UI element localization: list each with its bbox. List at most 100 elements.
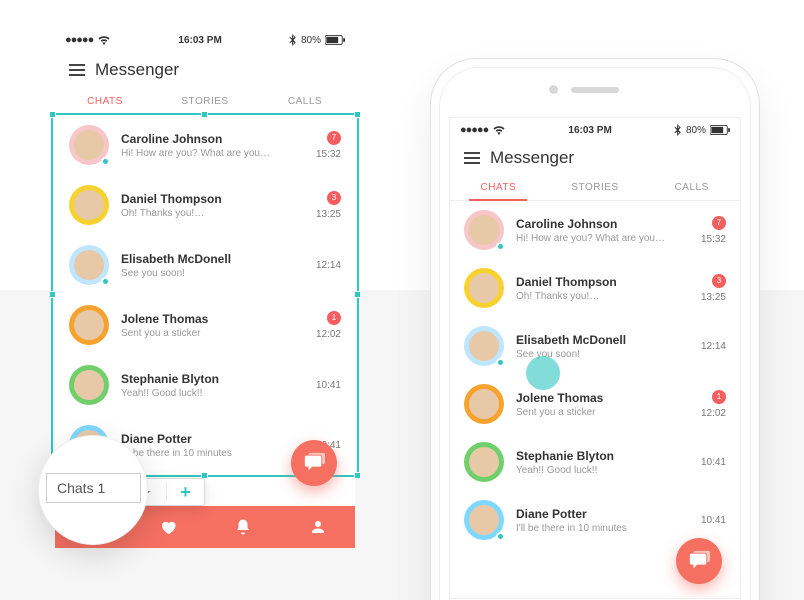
chat-preview: Sent you a sticker bbox=[516, 407, 689, 418]
chat-time: 12:02 bbox=[701, 408, 726, 419]
chat-item[interactable]: Caroline JohnsonHi! How are you? What ar… bbox=[55, 115, 355, 175]
chat-time: 10:41 bbox=[701, 457, 726, 468]
chat-time: 13:25 bbox=[701, 292, 726, 303]
chat-list[interactable]: Caroline JohnsonHi! How are you? What ar… bbox=[450, 201, 740, 549]
chat-time: 13:25 bbox=[316, 209, 341, 220]
device-speaker bbox=[571, 87, 619, 93]
chat-item[interactable]: Elisabeth McDonellSee you soon!12:14 bbox=[55, 235, 355, 295]
tab-chats[interactable]: CHATS bbox=[55, 88, 155, 114]
app-header: Messenger bbox=[55, 50, 355, 88]
tab-bar: CHATS STORIES CALLS bbox=[450, 174, 740, 201]
unread-badge: 1 bbox=[327, 311, 341, 325]
chat-time: 15:32 bbox=[701, 234, 726, 245]
chat-name: Jolene Thomas bbox=[121, 312, 304, 326]
chat-item[interactable]: Jolene Thomas Sent you a sticker 1 12:02 bbox=[450, 375, 740, 433]
hamburger-icon[interactable] bbox=[464, 152, 480, 164]
fab-new-chat[interactable] bbox=[676, 538, 722, 584]
chat-item[interactable]: Stephanie BlytonYeah!! Good luck!!10:41 bbox=[55, 355, 355, 415]
avatar bbox=[464, 326, 504, 366]
status-bar: ●●●●● 16:03 PM 80% bbox=[450, 118, 740, 138]
avatar bbox=[464, 384, 504, 424]
signal-dots-icon: ●●●●● bbox=[65, 34, 93, 46]
battery-icon bbox=[325, 35, 345, 45]
online-indicator bbox=[496, 532, 505, 541]
avatar bbox=[464, 210, 504, 250]
chat-name: Caroline Johnson bbox=[516, 217, 689, 231]
signal-dots-icon: ●●●●● bbox=[460, 124, 488, 136]
chat-preview: I'll be there in 10 minutes bbox=[516, 523, 689, 534]
status-time: 16:03 PM bbox=[178, 35, 221, 46]
wifi-icon bbox=[492, 125, 506, 135]
chat-item[interactable]: Daniel Thompson Oh! Thanks you!… 3 13:25 bbox=[450, 259, 740, 317]
resize-handle[interactable] bbox=[354, 111, 361, 118]
chat-name: Stephanie Blyton bbox=[516, 449, 689, 463]
nav-bell[interactable] bbox=[205, 518, 280, 536]
app-title: Messenger bbox=[95, 60, 179, 80]
plus-icon: + bbox=[180, 482, 191, 503]
chat-item[interactable]: Daniel ThompsonOh! Thanks you!…313:25 bbox=[55, 175, 355, 235]
chat-time: 12:02 bbox=[316, 329, 341, 340]
tab-stories[interactable]: STORIES bbox=[547, 174, 644, 200]
toolbar-add-button[interactable]: + bbox=[167, 482, 204, 503]
bell-icon bbox=[234, 518, 252, 536]
chat-preview: Oh! Thanks you!… bbox=[516, 291, 689, 302]
avatar bbox=[464, 268, 504, 308]
tab-chats[interactable]: CHATS bbox=[450, 174, 547, 200]
status-bar: ●●●●● 16:03 PM 80% bbox=[55, 28, 355, 50]
device-screen: ●●●●● 16:03 PM 80% Messenger CHATS STORI… bbox=[449, 117, 741, 599]
heart-icon bbox=[159, 518, 177, 536]
bluetooth-icon bbox=[674, 124, 682, 136]
nav-user[interactable] bbox=[280, 518, 355, 536]
chat-preview: Yeah!! Good luck!! bbox=[516, 465, 689, 476]
chat-list[interactable]: Caroline JohnsonHi! How are you? What ar… bbox=[55, 115, 355, 475]
app-header: Messenger bbox=[450, 138, 740, 174]
layer-label-popover: Chats 1 bbox=[28, 435, 153, 525]
battery-icon bbox=[710, 125, 730, 135]
chat-name: Jolene Thomas bbox=[516, 391, 689, 405]
hamburger-icon[interactable] bbox=[69, 64, 85, 76]
chat-item[interactable]: Jolene Thomas Sent you a sticker 1 12:02 bbox=[55, 295, 355, 355]
chat-preview: See you soon! bbox=[516, 349, 689, 360]
chat-name: Elisabeth McDonell bbox=[121, 252, 304, 266]
battery-percent: 80% bbox=[686, 125, 706, 136]
app-title: Messenger bbox=[490, 148, 574, 168]
chat-preview: Sent you a sticker bbox=[121, 328, 304, 339]
device-camera bbox=[549, 85, 558, 94]
chat-time: 10:41 bbox=[701, 515, 726, 526]
wifi-icon bbox=[97, 35, 111, 45]
avatar bbox=[69, 365, 109, 405]
tab-bar: CHATS STORIES CALLS bbox=[55, 88, 355, 115]
unread-badge: 7 bbox=[712, 216, 726, 230]
tab-calls[interactable]: CALLS bbox=[255, 88, 355, 114]
user-icon bbox=[309, 518, 327, 536]
unread-badge: 3 bbox=[712, 274, 726, 288]
chat-item[interactable]: Stephanie Blyton Yeah!! Good luck!! 10:41 bbox=[450, 433, 740, 491]
chat-name: Stephanie Blyton bbox=[121, 372, 304, 386]
status-time: 16:03 PM bbox=[568, 125, 611, 136]
chat-name: Daniel Thompson bbox=[516, 275, 689, 289]
chat-item[interactable]: Elisabeth McDonellSee you soon!12:14 bbox=[450, 317, 740, 375]
online-indicator bbox=[496, 242, 505, 251]
chat-name: Daniel Thompson bbox=[121, 192, 304, 206]
chat-icon bbox=[303, 452, 325, 474]
unread-badge: 3 bbox=[327, 191, 341, 205]
unread-badge: 7 bbox=[327, 131, 341, 145]
chat-preview: See you soon! bbox=[121, 268, 304, 279]
chat-item[interactable]: Caroline JohnsonHi! How are you? What ar… bbox=[450, 201, 740, 259]
chat-icon bbox=[688, 550, 710, 572]
selected-layer-name[interactable]: Chats 1 bbox=[46, 473, 141, 503]
avatar bbox=[69, 245, 109, 285]
chat-time: 12:14 bbox=[701, 341, 726, 352]
battery-percent: 80% bbox=[301, 35, 321, 46]
avatar bbox=[69, 125, 109, 165]
bluetooth-icon bbox=[289, 34, 297, 46]
tab-calls[interactable]: CALLS bbox=[643, 174, 740, 200]
fab-new-chat[interactable] bbox=[291, 440, 337, 486]
chat-name: Diane Potter bbox=[516, 507, 689, 521]
chat-time: 15:32 bbox=[316, 149, 341, 160]
chat-preview: Yeah!! Good luck!! bbox=[121, 388, 304, 399]
tab-stories[interactable]: STORIES bbox=[155, 88, 255, 114]
avatar bbox=[69, 305, 109, 345]
unread-badge: 1 bbox=[712, 390, 726, 404]
online-indicator bbox=[496, 358, 505, 367]
